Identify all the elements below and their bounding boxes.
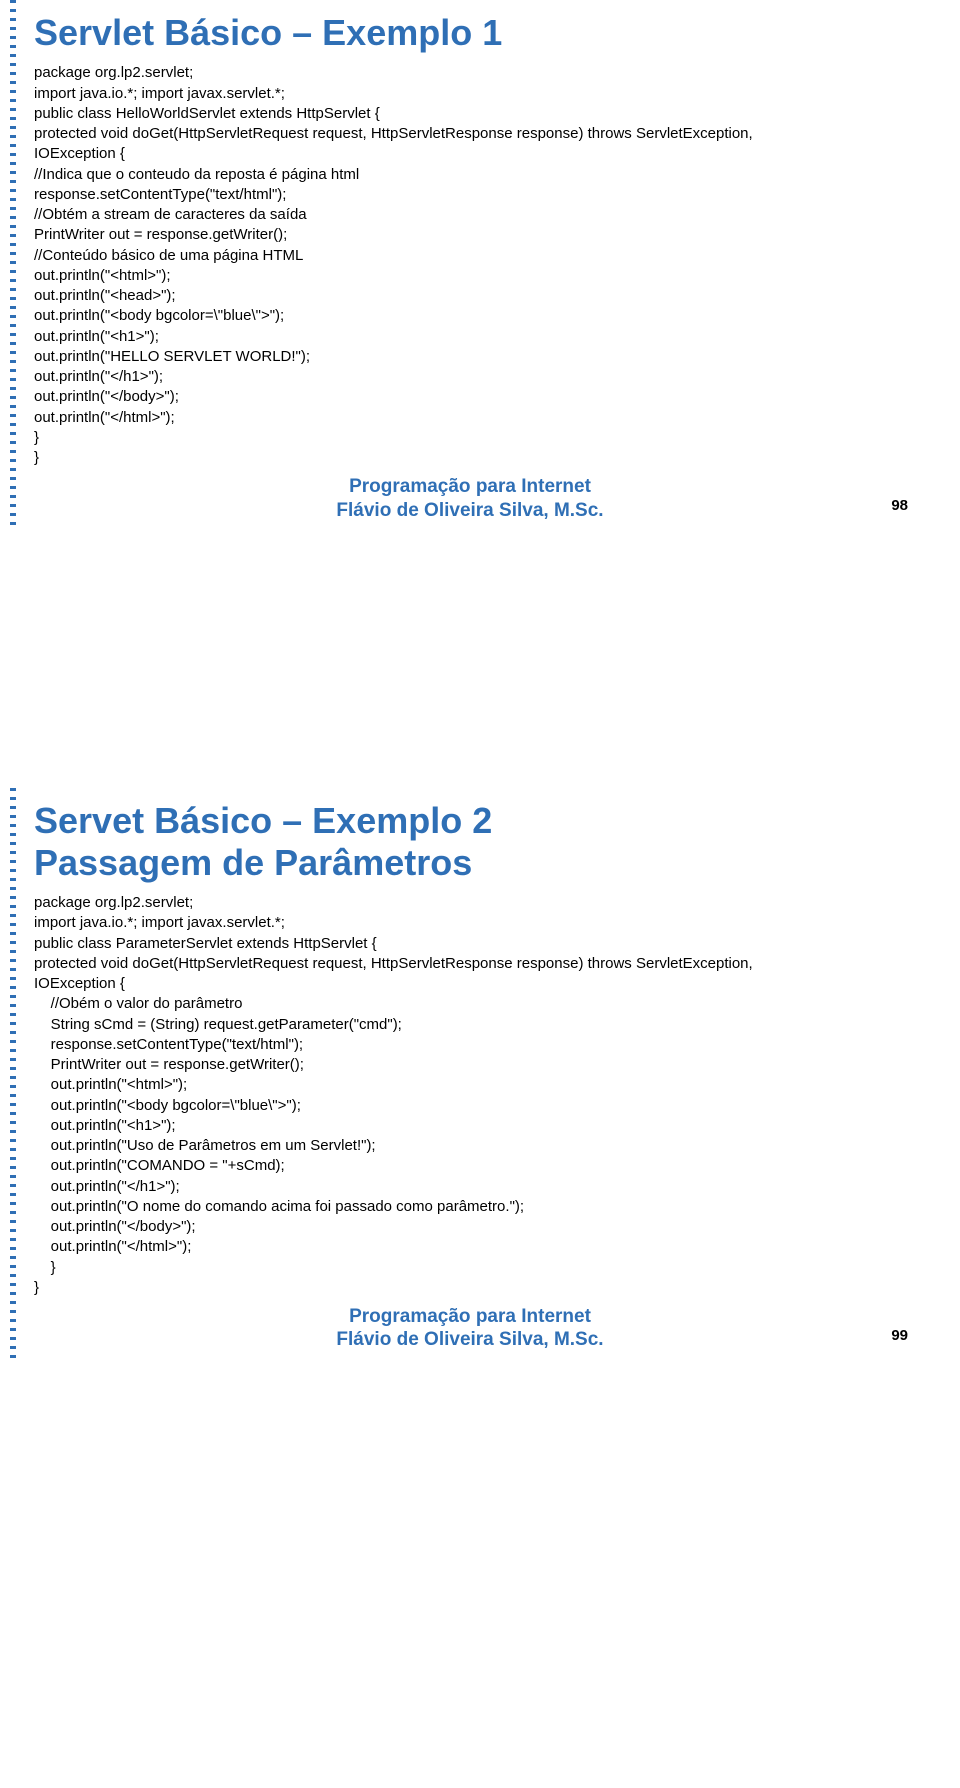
slide-title: Servet Básico – Exemplo 2 Passagem de Pa…: [34, 800, 920, 883]
footer-line-2: Flávio de Oliveira Silva, M.Sc.: [10, 499, 930, 523]
slide-footer: Programação para Internet Flávio de Oliv…: [10, 475, 930, 523]
slide-gap: [0, 528, 960, 788]
slide-2: Servet Básico – Exemplo 2 Passagem de Pa…: [10, 788, 930, 1358]
code-block: package org.lp2.servlet; import java.io.…: [34, 63, 920, 468]
slide-footer: Programação para Internet Flávio de Oliv…: [10, 1305, 930, 1353]
code-block: package org.lp2.servlet; import java.io.…: [34, 893, 920, 1298]
footer-line-2: Flávio de Oliveira Silva, M.Sc.: [10, 1328, 930, 1352]
footer-line-1: Programação para Internet: [10, 1305, 930, 1329]
footer-line-1: Programação para Internet: [10, 475, 930, 499]
page-number: 98: [891, 497, 908, 514]
page-number: 99: [891, 1327, 908, 1344]
slide-1: Servlet Básico – Exemplo 1 package org.l…: [10, 0, 930, 528]
slide-title: Servlet Básico – Exemplo 1: [34, 12, 920, 53]
